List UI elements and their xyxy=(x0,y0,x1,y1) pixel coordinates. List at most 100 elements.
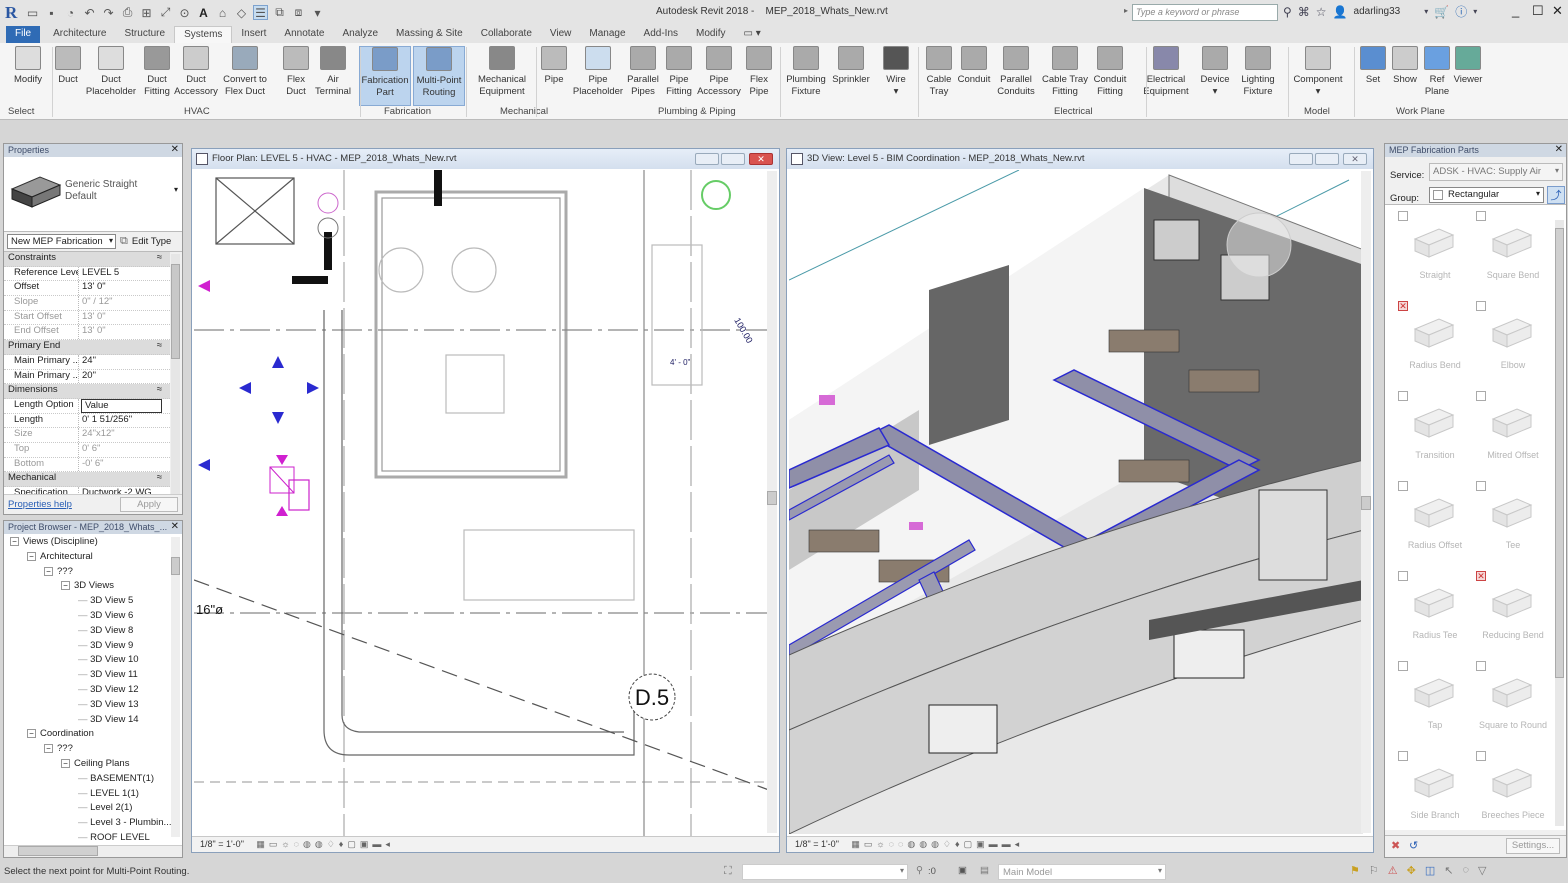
property-value[interactable]: Value xyxy=(81,398,162,413)
group-dropdown[interactable]: Rectangular ▾ xyxy=(1429,187,1544,203)
fabrication-part-item[interactable]: Mitred Offset xyxy=(1471,391,1555,479)
property-row[interactable]: Start Offset 13' 0" xyxy=(4,310,170,326)
help-dropdown-icon[interactable]: ▾ xyxy=(1473,7,1477,16)
select-pinned-icon[interactable]: ⚠ xyxy=(1388,864,1398,877)
multi-point-routing-toggle-icon[interactable]: ⤴ xyxy=(1547,186,1565,204)
part-checkbox[interactable] xyxy=(1476,751,1486,761)
text-icon[interactable]: A xyxy=(196,5,211,20)
part-checkbox[interactable] xyxy=(1476,391,1486,401)
property-row[interactable]: Reference Level LEVEL 5 xyxy=(4,266,170,282)
browser-item[interactable]: — 3D View 8 xyxy=(78,625,133,636)
user-dropdown-icon[interactable]: ▾ xyxy=(1424,7,1428,16)
close-properties-icon[interactable]: ✕ xyxy=(171,144,179,155)
browser-hscrollbar[interactable] xyxy=(4,845,182,857)
expand-collapse-icon[interactable]: − xyxy=(27,551,36,561)
collapse-icon[interactable]: ≈ xyxy=(157,340,170,354)
tab-structure[interactable]: Structure xyxy=(115,26,174,43)
part-checkbox[interactable] xyxy=(1398,571,1408,581)
property-value[interactable]: 13' 0" xyxy=(79,311,170,325)
property-row[interactable]: End Offset 13' 0" xyxy=(4,325,170,341)
redo-icon[interactable]: ↷ xyxy=(101,5,116,20)
browser-item[interactable]: − Coordination xyxy=(27,728,94,739)
multi-point-routing-button[interactable]: Multi-Point Routing xyxy=(413,46,465,106)
tag-icon[interactable]: ⊙ xyxy=(177,5,192,20)
property-row[interactable]: Length 0' 1 51/256" xyxy=(4,413,170,429)
help-icon[interactable]: ⓘ xyxy=(1455,3,1467,20)
property-row[interactable]: Bottom -0' 6" xyxy=(4,457,170,473)
browser-item[interactable]: — 3D View 12 xyxy=(78,684,139,695)
property-row[interactable]: Slope 0" / 12" xyxy=(4,296,170,311)
browser-item[interactable]: — 3D View 9 xyxy=(78,640,133,651)
close-window-button[interactable]: ✕ xyxy=(1552,3,1563,19)
property-row[interactable]: Offset 13' 0" xyxy=(4,281,170,297)
browser-item[interactable]: — 3D View 6 xyxy=(78,610,133,621)
fabrication-part-item[interactable]: Tee xyxy=(1471,481,1555,569)
tab-insert[interactable]: Insert xyxy=(232,26,275,43)
sync-icon[interactable]: ◔ xyxy=(63,5,78,20)
thin-lines-icon[interactable]: ☰ xyxy=(253,5,268,20)
exclude-parts-icon[interactable]: ✖ xyxy=(1391,839,1400,852)
username[interactable]: adarling33 xyxy=(1354,6,1401,17)
minimize-view-button[interactable] xyxy=(1289,153,1313,165)
part-checkbox[interactable] xyxy=(1476,211,1486,221)
property-value[interactable]: 24" xyxy=(79,355,170,369)
select-by-face-icon[interactable]: ✥ xyxy=(1407,864,1416,877)
reload-parts-icon[interactable]: ↺ xyxy=(1409,839,1418,852)
tab-modify[interactable]: Modify xyxy=(687,26,734,43)
settings-button[interactable]: Settings... xyxy=(1506,838,1560,854)
worksets-icon[interactable]: ⛶ xyxy=(724,865,732,878)
select-underlay-icon[interactable]: ⚐ xyxy=(1369,864,1379,877)
property-category[interactable]: Mechanical ≈ xyxy=(4,472,170,487)
close-browser-icon[interactable]: ✕ xyxy=(171,521,179,532)
collapse-icon[interactable]: ≈ xyxy=(157,384,170,398)
floor-plan-vscrollbar[interactable] xyxy=(767,171,777,833)
contextual-tab-dropdown-icon[interactable]: ▭ ▾ xyxy=(734,26,769,43)
fabrication-part-item[interactable]: Transition xyxy=(1393,391,1477,479)
expand-collapse-icon[interactable]: − xyxy=(44,566,53,576)
search-input[interactable]: Type a keyword or phrase xyxy=(1132,4,1278,21)
property-row[interactable]: Top 0' 6" xyxy=(4,442,170,458)
expand-collapse-icon[interactable]: − xyxy=(44,744,53,754)
3d-model-canvas[interactable] xyxy=(789,170,1363,834)
open-icon[interactable]: ▭ xyxy=(25,5,40,20)
collapse-icon[interactable]: ≈ xyxy=(157,252,170,266)
view-controls-icons[interactable]: ▦▭☼◌◍◍♢♦▢▣▬◂ xyxy=(256,839,394,849)
browser-item[interactable]: − Views (Discipline) xyxy=(10,536,98,547)
app-store-cart-icon[interactable]: 🛒 xyxy=(1434,5,1449,19)
fabrication-part-item[interactable]: Straight xyxy=(1393,211,1477,299)
browser-scrollbar[interactable] xyxy=(171,537,180,837)
minimize-window-button[interactable]: _ xyxy=(1512,3,1519,18)
close-hidden-icon[interactable]: ⧉ xyxy=(272,5,287,20)
properties-help-link[interactable]: Properties help xyxy=(8,499,72,510)
browser-item[interactable]: −??? xyxy=(44,743,73,754)
browser-item[interactable]: — 3D View 5 xyxy=(78,595,133,606)
exclude-options-icon[interactable]: ▤ xyxy=(980,865,989,876)
search-expand-icon[interactable]: ▸ xyxy=(1124,6,1128,15)
browser-item[interactable]: — Level 2(1) xyxy=(78,802,132,813)
lighting-fixture-button[interactable]: Lighting Fixture xyxy=(1231,46,1285,106)
part-checkbox[interactable] xyxy=(1398,391,1408,401)
fabrication-part-item[interactable]: Square to Round xyxy=(1471,661,1555,749)
expand-collapse-icon[interactable]: − xyxy=(27,729,36,739)
fabrication-scrollbar[interactable] xyxy=(1555,220,1564,826)
expand-collapse-icon[interactable]: − xyxy=(61,581,70,591)
browser-item[interactable]: — Level 3 - Plumbin... xyxy=(78,817,171,828)
close-view-button[interactable]: ✕ xyxy=(749,153,773,165)
fabrication-part-item[interactable]: Tap xyxy=(1393,661,1477,749)
air-terminal-button[interactable]: Air Terminal xyxy=(306,46,360,106)
fabrication-part-item[interactable]: ✕ Reducing Bend xyxy=(1471,571,1555,659)
excluded-checkbox[interactable]: ✕ xyxy=(1476,571,1486,581)
part-checkbox[interactable] xyxy=(1476,301,1486,311)
tab-systems[interactable]: Systems xyxy=(174,26,233,43)
fabrication-part-item[interactable]: ✕ Radius Bend xyxy=(1393,301,1477,389)
property-value[interactable]: -0' 6" xyxy=(79,458,170,472)
property-category[interactable]: Primary End ≈ xyxy=(4,340,170,355)
floor-plan-canvas[interactable]: D.5 16"ø 100.00 4' - 0" xyxy=(194,170,769,838)
instance-filter-dropdown[interactable]: New MEP Fabrication ▾ xyxy=(7,234,116,249)
fabrication-part-item[interactable]: Square Bend xyxy=(1471,211,1555,299)
switch-windows-icon[interactable]: ⧈ xyxy=(291,5,306,20)
browser-item[interactable]: − Architectural xyxy=(27,551,93,562)
customize-qat-icon[interactable]: ▾ xyxy=(310,5,325,20)
3d-view-vscrollbar[interactable] xyxy=(1361,171,1371,833)
workset-dropdown[interactable]: ▾ xyxy=(742,864,908,880)
